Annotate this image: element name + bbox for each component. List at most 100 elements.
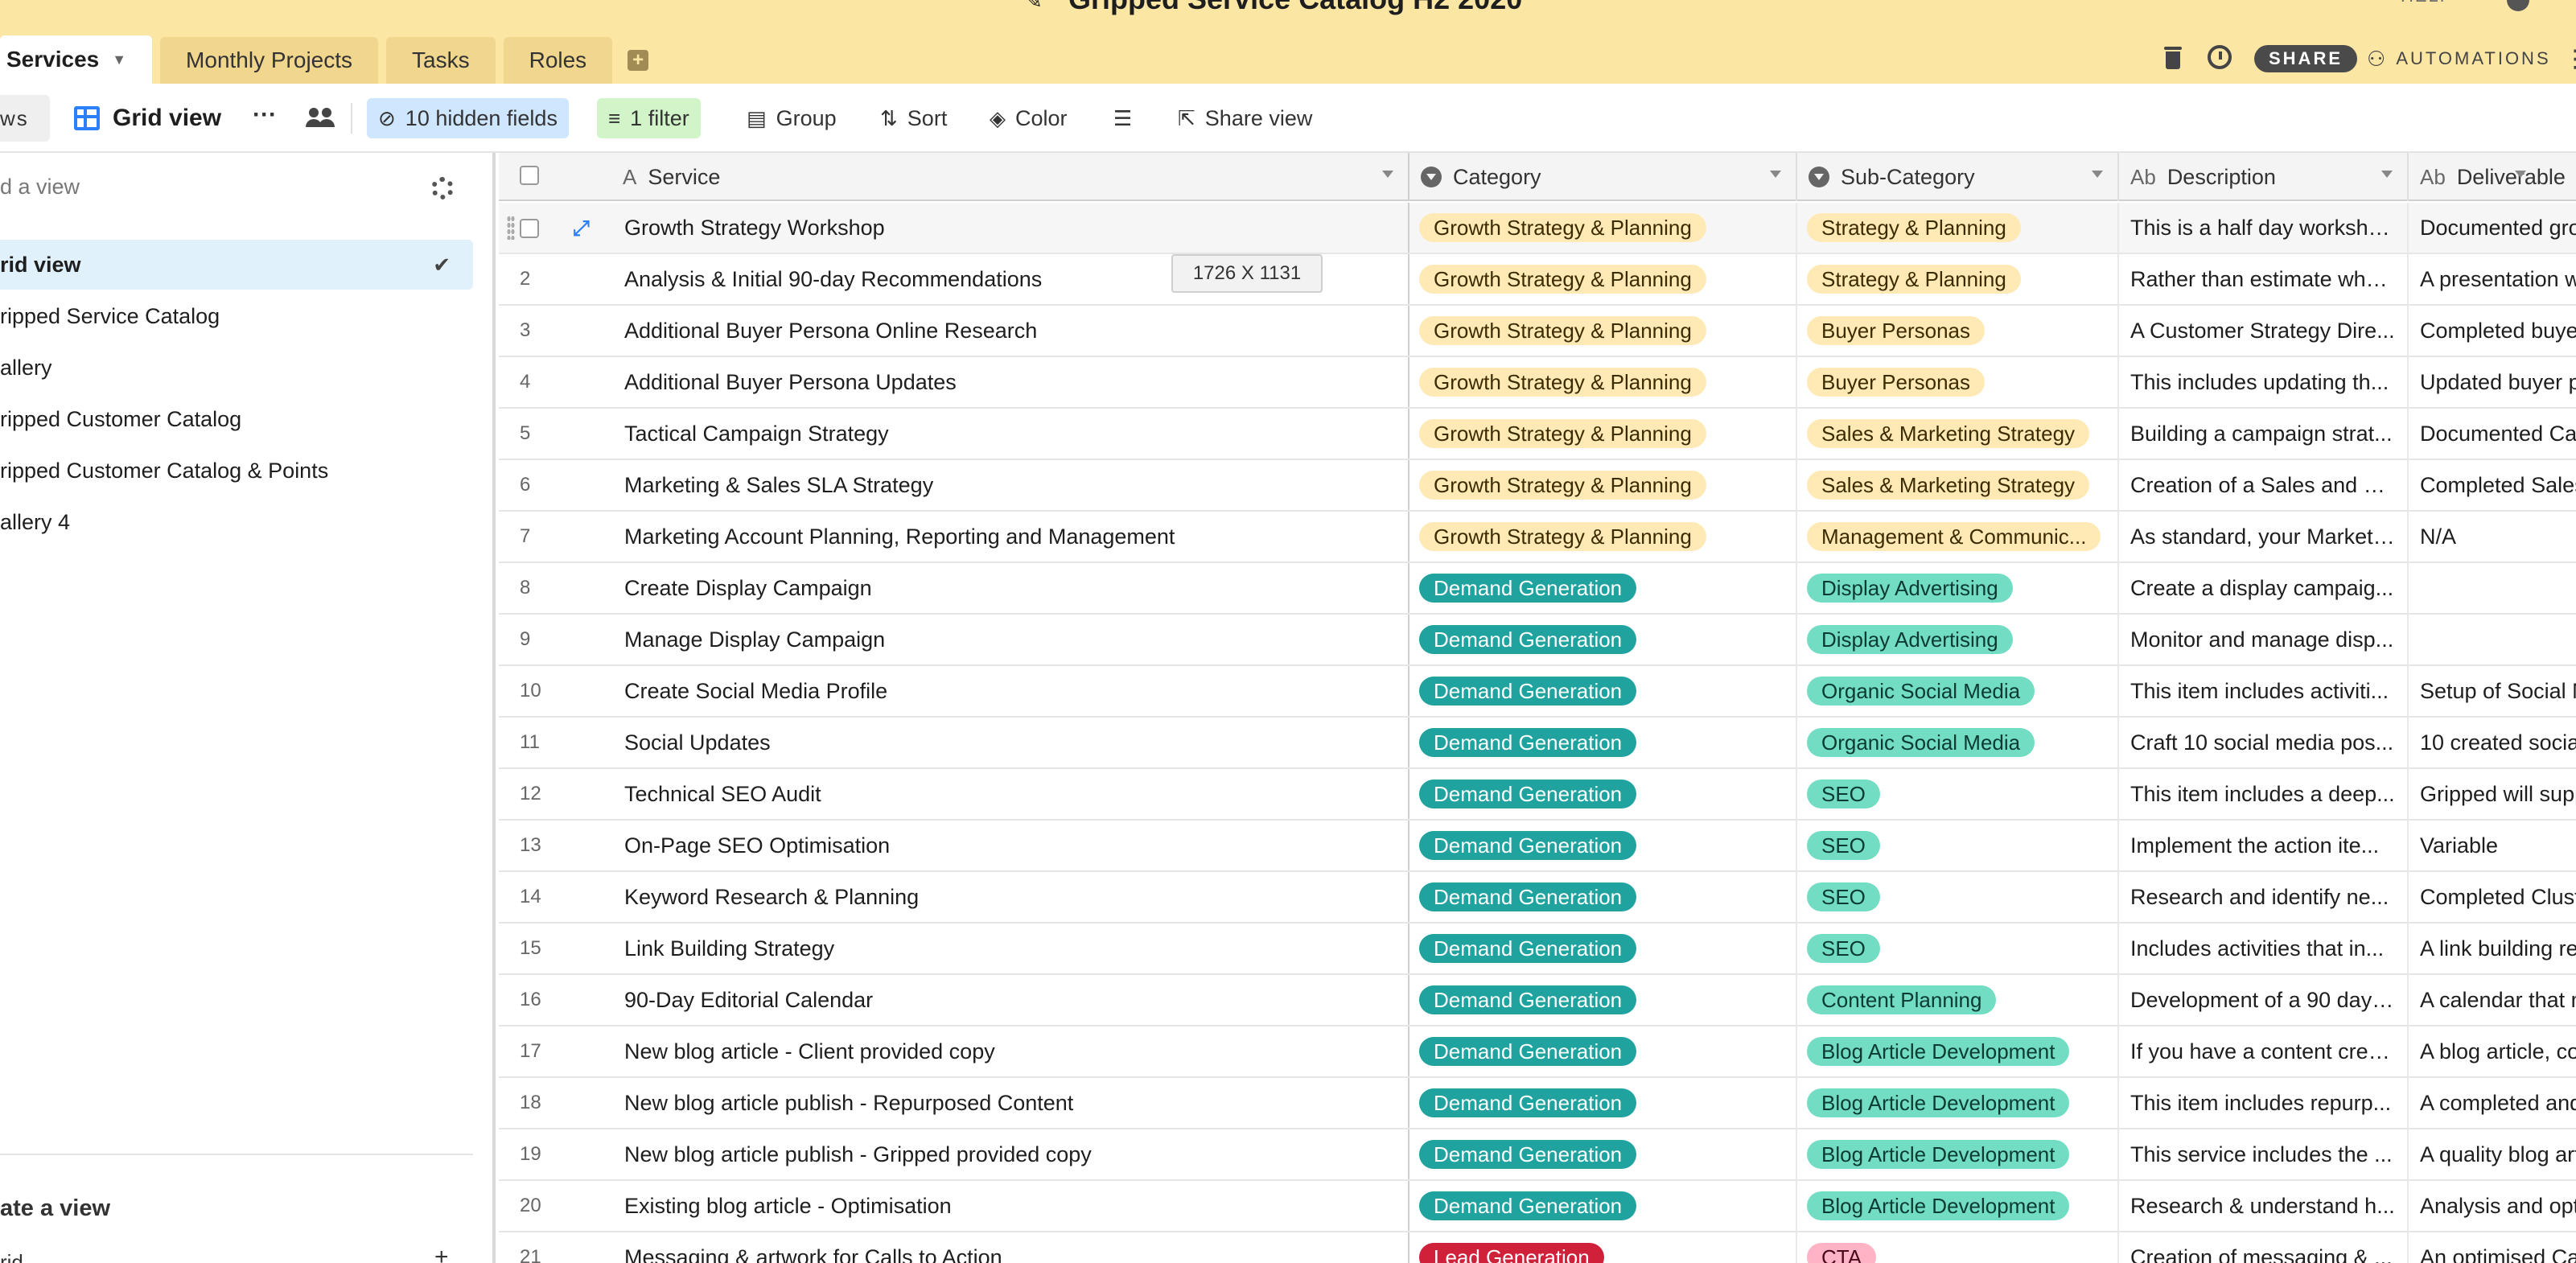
chevron-down-icon[interactable] xyxy=(2092,171,2103,178)
column-header-description[interactable]: Ab Description xyxy=(2119,153,2409,201)
cell-subcategory[interactable]: Management & Communic... xyxy=(1797,512,2119,562)
cell-subcategory[interactable]: Display Advertising xyxy=(1797,563,2119,613)
cell-category[interactable]: Demand Generation xyxy=(1409,1026,1797,1076)
tab-services[interactable]: Services ▼ xyxy=(0,35,153,84)
cell-description[interactable]: This item includes activiti... xyxy=(2119,666,2409,716)
column-header-deliverable[interactable]: Ab Deliverable xyxy=(2409,153,2576,201)
cell-service[interactable]: On-Page SEO Optimisation xyxy=(611,821,1409,870)
cell-service[interactable]: New blog article publish - Repurposed Co… xyxy=(611,1078,1409,1128)
table-row[interactable]: ⤢ Growth Strategy Workshop Growth Strategy… xyxy=(499,203,2576,254)
sidebar-view-item[interactable]: allery 4 xyxy=(0,497,473,547)
expand-record-icon[interactable]: ⤢ xyxy=(573,216,590,241)
column-header-service[interactable]: A Service xyxy=(611,153,1409,201)
cell-subcategory[interactable]: Buyer Personas xyxy=(1797,357,2119,407)
cell-category[interactable]: Demand Generation xyxy=(1409,1078,1797,1128)
cell-category[interactable]: Growth Strategy & Planning xyxy=(1409,512,1797,562)
cell-service[interactable]: New blog article publish - Gripped provi… xyxy=(611,1129,1409,1179)
cell-category[interactable]: Demand Generation xyxy=(1409,821,1797,870)
cell-description[interactable]: Create a display campaig... xyxy=(2119,563,2409,613)
row-height-button[interactable]: ☰ xyxy=(1102,98,1143,138)
cell-description[interactable]: Includes activities that in... xyxy=(2119,924,2409,973)
cell-service[interactable]: Link Building Strategy xyxy=(611,924,1409,973)
cell-subcategory[interactable]: Content Planning xyxy=(1797,975,2119,1025)
cell-description[interactable]: Creation of a Sales and M... xyxy=(2119,460,2409,510)
cell-description[interactable]: Development of a 90 day ... xyxy=(2119,975,2409,1025)
cell-category[interactable]: Growth Strategy & Planning xyxy=(1409,460,1797,510)
table-row[interactable]: 16 90-Day Editorial Calendar Demand Genera… xyxy=(499,975,2576,1026)
cell-description[interactable]: Craft 10 social media pos... xyxy=(2119,718,2409,767)
cell-category[interactable]: Growth Strategy & Planning xyxy=(1409,357,1797,407)
cell-description[interactable]: Research & understand h... xyxy=(2119,1181,2409,1231)
cell-category[interactable]: Demand Generation xyxy=(1409,924,1797,973)
sort-button[interactable]: ⇅ Sort xyxy=(869,98,958,138)
cell-category[interactable]: Demand Generation xyxy=(1409,615,1797,664)
cell-deliverable[interactable]: A quality blog article, cre... xyxy=(2409,1129,2576,1179)
table-row[interactable]: 12 Technical SEO Audit Demand Generation SE… xyxy=(499,769,2576,821)
sidebar-view-item[interactable]: rid view ✔ xyxy=(0,240,473,290)
cell-category[interactable]: Lead Generation xyxy=(1409,1232,1797,1263)
cell-deliverable[interactable]: Completed buyer person... xyxy=(2409,306,2576,356)
cell-service[interactable]: Social Updates xyxy=(611,718,1409,767)
share-button[interactable]: SHARE xyxy=(2254,45,2358,72)
cell-service[interactable]: Create Social Media Profile xyxy=(611,666,1409,716)
column-header-subcategory[interactable]: Sub-Category xyxy=(1797,153,2119,201)
cell-deliverable[interactable]: A completed and publish... xyxy=(2409,1078,2576,1128)
cell-subcategory[interactable]: SEO xyxy=(1797,769,2119,819)
more-icon[interactable]: ⋮ xyxy=(2563,45,2576,73)
table-row[interactable]: 21 Messaging & artwork for Calls to Actio… xyxy=(499,1232,2576,1263)
cell-description[interactable]: This item includes a deep... xyxy=(2119,769,2409,819)
select-all-checkbox[interactable] xyxy=(520,166,539,185)
table-row[interactable]: 5 Tactical Campaign Strategy Growth Strate… xyxy=(499,409,2576,460)
table-row[interactable]: 10 Create Social Media Profile Demand Gene… xyxy=(499,666,2576,718)
cell-description[interactable]: Creation of messaging & ... xyxy=(2119,1232,2409,1263)
table-row[interactable]: 17 New blog article - Client provided cop… xyxy=(499,1026,2576,1078)
cell-deliverable[interactable]: Gripped will supply a tech... xyxy=(2409,769,2576,819)
cell-subcategory[interactable]: CTA xyxy=(1797,1232,2119,1263)
cell-subcategory[interactable]: SEO xyxy=(1797,821,2119,870)
cell-deliverable[interactable]: Setup of Social Media Ac... xyxy=(2409,666,2576,716)
cell-category[interactable]: Demand Generation xyxy=(1409,666,1797,716)
cell-deliverable[interactable]: Documented growth play... xyxy=(2409,203,2576,253)
chevron-down-icon[interactable] xyxy=(1382,171,1393,178)
cell-deliverable[interactable] xyxy=(2409,615,2576,664)
cell-description[interactable]: A Customer Strategy Dire... xyxy=(2119,306,2409,356)
cell-deliverable[interactable]: N/A xyxy=(2409,512,2576,562)
tab-roles[interactable]: Roles xyxy=(503,37,613,84)
table-row[interactable]: 9 Manage Display Campaign Demand Generatio… xyxy=(499,615,2576,666)
drag-handle-icon[interactable] xyxy=(507,216,515,240)
current-view[interactable]: Grid view xyxy=(74,100,221,137)
cell-subcategory[interactable]: Display Advertising xyxy=(1797,615,2119,664)
find-view-input[interactable]: d a view xyxy=(0,169,467,204)
cell-subcategory[interactable]: SEO xyxy=(1797,872,2119,922)
cell-service[interactable]: 90-Day Editorial Calendar xyxy=(611,975,1409,1025)
cell-deliverable[interactable]: A calendar that maps out ... xyxy=(2409,975,2576,1025)
row-checkbox[interactable] xyxy=(520,219,539,238)
cell-service[interactable]: Additional Buyer Persona Updates xyxy=(611,357,1409,407)
table-row[interactable]: 4 Additional Buyer Persona Updates Growth … xyxy=(499,357,2576,409)
column-header-category[interactable]: Category xyxy=(1409,153,1797,201)
cell-category[interactable]: Demand Generation xyxy=(1409,872,1797,922)
trash-icon[interactable] xyxy=(2164,47,2182,69)
cell-service[interactable]: Growth Strategy Workshop xyxy=(611,203,1409,253)
views-toggle-button[interactable]: ws xyxy=(0,95,50,142)
table-row[interactable]: 18 New blog article publish - Repurposed … xyxy=(499,1078,2576,1129)
collaborative-view-icon[interactable] xyxy=(306,106,335,129)
create-grid-view-option[interactable]: rid xyxy=(0,1250,23,1263)
chevron-down-icon[interactable] xyxy=(2381,171,2393,178)
cell-service[interactable]: Messaging & artwork for Calls to Action xyxy=(611,1232,1409,1263)
cell-category[interactable]: Demand Generation xyxy=(1409,1181,1797,1231)
cell-description[interactable]: As standard, your Marketi... xyxy=(2119,512,2409,562)
cell-description[interactable]: Research and identify ne... xyxy=(2119,872,2409,922)
table-row[interactable]: 13 On-Page SEO Optimisation Demand Generat… xyxy=(499,821,2576,872)
color-button[interactable]: ◈ Color xyxy=(978,98,1079,138)
cell-category[interactable]: Growth Strategy & Planning xyxy=(1409,254,1797,304)
sidebar-view-item[interactable]: ripped Customer Catalog xyxy=(0,394,473,444)
table-row[interactable]: 20 Existing blog article - Optimisation De… xyxy=(499,1181,2576,1232)
cell-description[interactable]: This item includes repurp... xyxy=(2119,1078,2409,1128)
cell-subcategory[interactable]: Organic Social Media xyxy=(1797,666,2119,716)
cell-subcategory[interactable]: Sales & Marketing Strategy xyxy=(1797,460,2119,510)
cell-service[interactable]: New blog article - Client provided copy xyxy=(611,1026,1409,1076)
cell-service[interactable]: Technical SEO Audit xyxy=(611,769,1409,819)
cell-deliverable[interactable]: Completed Sales and Mar... xyxy=(2409,460,2576,510)
cell-description[interactable]: Building a campaign strat... xyxy=(2119,409,2409,459)
